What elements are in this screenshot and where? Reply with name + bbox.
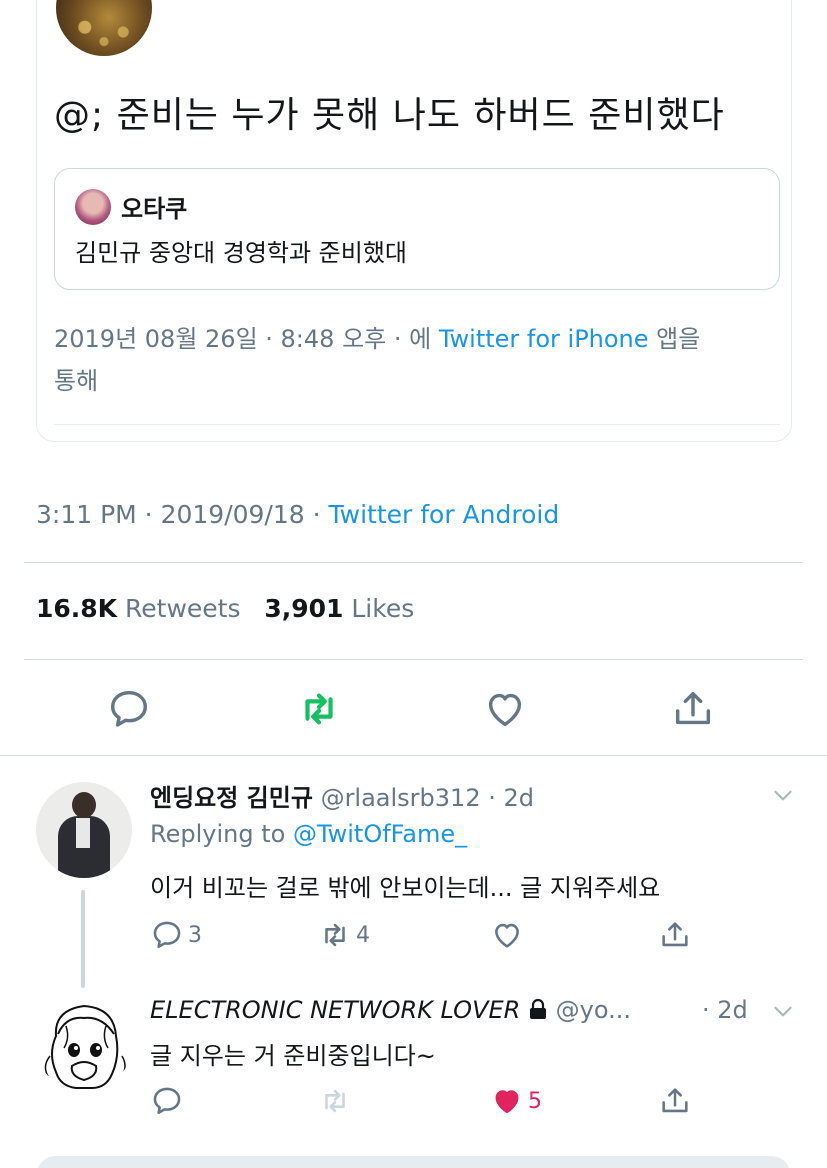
share-button[interactable] [670, 686, 716, 732]
likes-count[interactable]: 3,901 [264, 594, 343, 623]
tweet-timestamp: 3:11 PM · 2019/09/18 · Twitter for Andro… [36, 500, 559, 529]
reply-text: 이거 비꼬는 걸로 밖에 안보이는데... 글 지워주세요 [150, 874, 661, 902]
reply-retweet-count: 4 [356, 922, 370, 948]
heart-icon [488, 693, 522, 727]
reply2-like-button[interactable]: 5 [490, 1084, 542, 1118]
share-icon [675, 691, 711, 725]
divider [24, 562, 803, 563]
replying-to: Replying to @TwitOfFame_ [150, 820, 467, 848]
reply-author-handle[interactable]: @rlaalsrb312 · 2d [321, 784, 534, 812]
embedded-divider [54, 424, 780, 425]
reply2-like-count: 5 [528, 1088, 542, 1114]
tweet-source-link[interactable]: Twitter for Android [329, 500, 560, 529]
reply-menu-button[interactable] [770, 782, 796, 808]
quoted-tweet-text: 김민규 중앙대 경영학과 준비했대 [75, 239, 408, 267]
reply-button[interactable] [106, 686, 152, 732]
divider [0, 755, 827, 756]
share-icon [662, 1088, 688, 1113]
replying-to-label: Replying to [150, 820, 293, 848]
replying-to-handle[interactable]: @TwitOfFame_ [293, 820, 467, 848]
reply2-share-button[interactable] [658, 1084, 692, 1118]
lock-icon [528, 998, 548, 1020]
quoted-author-avatar [75, 189, 111, 225]
reply-share-button[interactable] [658, 918, 692, 952]
reply-icon [153, 1087, 181, 1115]
reply-icon [110, 690, 148, 727]
tweet-stats: 16.8K Retweets 3,901 Likes [36, 594, 414, 623]
retweet-icon [325, 923, 345, 947]
retweets-count[interactable]: 16.8K [36, 594, 117, 623]
retweets-label[interactable]: Retweets [125, 594, 240, 623]
embedded-meta-source-link[interactable]: Twitter for iPhone [439, 325, 649, 353]
reply-author-avatar[interactable] [36, 782, 132, 878]
reply-author-name[interactable]: 엔딩요정 김민규 [150, 784, 313, 812]
chevron-down-icon [774, 1006, 792, 1017]
reply-reply-count: 3 [188, 922, 202, 948]
reply2-author-avatar[interactable] [36, 996, 132, 1092]
quoted-tweet-card[interactable]: 오타쿠 김민규 중앙대 경영학과 준비했대 [54, 168, 780, 290]
reply-icon [153, 921, 181, 949]
heart-icon [495, 923, 519, 948]
quoted-author-name: 오타쿠 [121, 195, 188, 223]
share-icon [662, 922, 688, 947]
embedded-author-avatar[interactable] [56, 0, 152, 56]
avatar-figure-head [72, 792, 96, 818]
embedded-tweet-text: @; 준비는 누가 못해 나도 하버드 준비했다 [54, 95, 725, 136]
reply2-time: · 2d [702, 996, 748, 1024]
embedded-tweet-meta: 2019년 08월 26일 · 8:48 오후 · 에 Twitter for … [54, 318, 774, 402]
like-button[interactable] [482, 686, 528, 732]
retweet-icon [305, 693, 333, 725]
reply2-retweet-button[interactable] [318, 1084, 356, 1118]
reply2-text: 글 지우는 거 준비중입니다~ [150, 1042, 436, 1070]
heart-filled-icon [495, 1090, 519, 1114]
reply2-reply-button[interactable] [150, 1084, 188, 1118]
reply2-header: ELECTRONIC NETWORK LOVER @yo... [150, 996, 631, 1024]
anime-girl-avatar [44, 1004, 126, 1089]
embedded-meta-line2: 통해 [54, 367, 99, 395]
avatar-figure-shirt [76, 818, 90, 848]
reply-header: 엔딩요정 김민규 @rlaalsrb312 · 2d [150, 778, 534, 813]
reply-reply-button[interactable]: 3 [150, 918, 202, 952]
reply2-time-wrap: · 2d [702, 996, 748, 1024]
embedded-meta-suffix: 앱을 [648, 325, 701, 353]
reply2-author-handle[interactable]: @yo... [556, 996, 631, 1024]
reply2-author-name[interactable]: ELECTRONIC NETWORK LOVER [150, 996, 520, 1024]
embedded-meta-date: 2019년 08월 26일 · 8:48 오후 · 에 [54, 325, 439, 353]
reply-retweet-button[interactable]: 4 [318, 918, 370, 952]
chevron-down-icon [774, 790, 792, 801]
reply-compose-bar[interactable] [36, 1156, 791, 1168]
tweet-time: 3:11 PM · 2019/09/18 · [36, 500, 329, 529]
retweet-button[interactable] [296, 686, 342, 732]
reply2-menu-button[interactable] [770, 998, 796, 1024]
retweet-icon [325, 1089, 345, 1113]
thread-connector [81, 890, 85, 988]
reply-like-button[interactable] [490, 918, 528, 952]
divider [24, 659, 803, 660]
likes-label[interactable]: Likes [351, 594, 414, 623]
